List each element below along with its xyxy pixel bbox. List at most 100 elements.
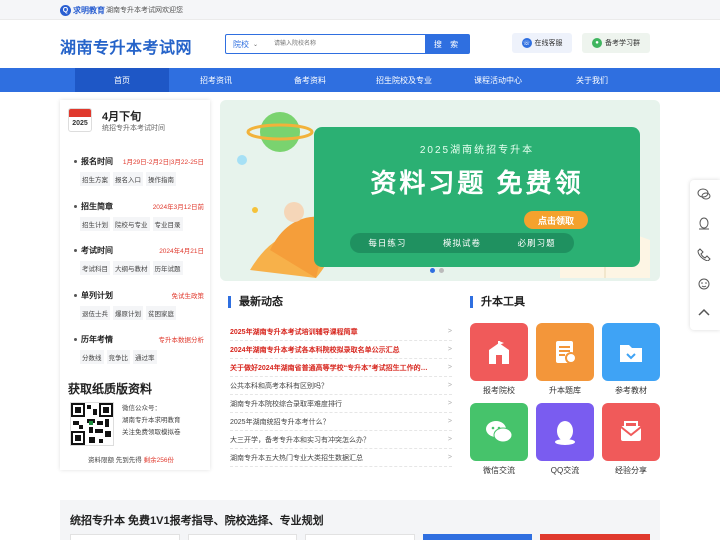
section-title: 考试时间 bbox=[74, 245, 113, 256]
section-link[interactable]: 竞争比 bbox=[106, 350, 130, 364]
banner-claim-button[interactable]: 点击领取 bbox=[524, 211, 588, 229]
news-item-title: 2025年湖南统招专升本考什么？ bbox=[230, 418, 330, 426]
qr-line: 关注免费领取模拟卷 bbox=[122, 429, 181, 436]
consultation-card[interactable] bbox=[422, 534, 533, 540]
section-link[interactable]: 院校与专业 bbox=[113, 217, 150, 231]
search-button[interactable]: 搜 索 bbox=[425, 34, 470, 54]
online-service-label: 在线客服 bbox=[534, 40, 563, 47]
section-link[interactable]: 操作指南 bbox=[146, 172, 176, 186]
tool-question-bank[interactable]: 升本题库 bbox=[536, 323, 594, 396]
back-to-top-icon[interactable] bbox=[696, 304, 712, 320]
wechat-icon: ● bbox=[592, 38, 602, 48]
news-item[interactable]: 湖南专升本院校综合录取率难度排行 > bbox=[230, 395, 452, 413]
section-link[interactable]: 通过率 bbox=[133, 350, 157, 364]
study-group-label: 备考学习群 bbox=[605, 40, 640, 47]
news-item[interactable]: 2025年湖南统招专升本考什么？ > bbox=[230, 413, 452, 431]
section-title: 历年考情 bbox=[74, 334, 113, 345]
nav-item-courses[interactable]: 课程活动中心 bbox=[451, 68, 545, 92]
search-type-value: 院校 bbox=[233, 39, 249, 49]
consultation-card[interactable] bbox=[70, 534, 180, 540]
carousel-dot-active[interactable] bbox=[430, 268, 435, 273]
section-link[interactable]: 爆原计划 bbox=[113, 306, 143, 320]
tool-schools[interactable]: 报考院校 bbox=[470, 323, 528, 396]
tool-label: 升本题库 bbox=[549, 386, 581, 395]
nav-item-schools[interactable]: 招生院校及专业 bbox=[357, 68, 451, 92]
section-special-plan: 单列计划 免试生政策 退伍士兵 爆原计划 贫困家庭 bbox=[74, 289, 204, 320]
consultation-card[interactable] bbox=[305, 534, 415, 540]
phone-icon[interactable] bbox=[696, 246, 712, 262]
banner-tag: 每日练习 bbox=[368, 238, 407, 248]
quota-remaining: 剩余256份 bbox=[143, 457, 174, 464]
main-nav: 首页 招考资讯 备考资料 招生院校及专业 课程活动中心 关于我们 bbox=[0, 68, 720, 92]
search-type-select[interactable]: 院校 ⌄ bbox=[226, 35, 270, 53]
qq-icon[interactable] bbox=[696, 216, 712, 232]
news-item[interactable]: 2025年湖南专升本考试培训辅导课程简章 > bbox=[230, 323, 452, 341]
tool-qq[interactable]: QQ交流 bbox=[536, 403, 594, 476]
tool-textbooks[interactable]: 参考教材 bbox=[602, 323, 660, 396]
nav-item-about[interactable]: 关于我们 bbox=[545, 68, 639, 92]
mail-icon bbox=[602, 403, 660, 461]
welcome-text: 湖南专升本考试网欢迎您 bbox=[106, 7, 183, 14]
section-link[interactable]: 招生方案 bbox=[80, 172, 110, 186]
consultation-title: 统招专升本 免费1V1报考指导、院校选择、专业规划 bbox=[70, 515, 324, 527]
qr-code bbox=[70, 402, 114, 446]
section-link[interactable]: 大纲与教材 bbox=[113, 261, 150, 275]
search-input[interactable] bbox=[274, 37, 424, 51]
news-item[interactable]: 湖南专升本五大热门专业大类招生数据汇总 > bbox=[230, 449, 452, 467]
section-note: 2024年4月21日 bbox=[159, 248, 204, 255]
study-group-button[interactable]: ● 备考学习群 bbox=[582, 33, 650, 53]
wechat-icon[interactable] bbox=[696, 186, 712, 202]
section-title: 报名时间 bbox=[74, 156, 113, 167]
news-item[interactable]: 公共本科和高考本科有区别吗？ > bbox=[230, 377, 452, 395]
section-note: 专升本数据分析 bbox=[158, 337, 205, 344]
top-bar: Q 求明教育 湖南专升本考试网欢迎您 bbox=[0, 0, 720, 20]
qq-icon bbox=[536, 403, 594, 461]
chevron-right-icon: > bbox=[447, 364, 452, 371]
section-link[interactable]: 历年试题 bbox=[152, 261, 183, 275]
tool-label: 经验分享 bbox=[615, 466, 647, 475]
consultation-card[interactable] bbox=[540, 534, 650, 540]
paper-materials-title: 获取纸质版资料 bbox=[68, 382, 153, 396]
section-link[interactable]: 专业目录 bbox=[152, 217, 183, 231]
tool-wechat[interactable]: 微信交流 bbox=[470, 403, 528, 476]
section-link[interactable]: 招生计划 bbox=[80, 217, 110, 231]
carousel-dot[interactable] bbox=[439, 268, 444, 273]
tool-experience[interactable]: 经验分享 bbox=[602, 403, 660, 476]
quota-prefix: 资料限额 先到先得 bbox=[88, 457, 142, 464]
chevron-right-icon: > bbox=[447, 454, 452, 461]
brand-logo-icon: Q bbox=[60, 4, 71, 16]
news-item[interactable]: 大三开学，备考专升本和实习有冲突怎么办？ > bbox=[230, 431, 452, 449]
brand-logo[interactable]: Q 求明教育 bbox=[60, 4, 105, 16]
section-title: 招生简章 bbox=[74, 201, 113, 212]
section-link[interactable]: 报名入口 bbox=[113, 172, 143, 186]
nav-item-home[interactable]: 首页 bbox=[75, 68, 169, 92]
banner-subtitle: 2025湖南统招专升本 bbox=[419, 145, 535, 156]
banner-headline: 资料习题 免费领 bbox=[370, 168, 584, 198]
section-note: 免试生政策 bbox=[171, 293, 205, 300]
tools-title: 升本工具 bbox=[470, 296, 525, 308]
section-exam-time: 考试时间 2024年4月21日 考试科目 大纲与教材 历年试题 bbox=[74, 244, 204, 275]
tool-label: QQ交流 bbox=[550, 466, 580, 475]
site-title[interactable]: 湖南专升本考试网 bbox=[60, 34, 192, 58]
section-link[interactable]: 考试科目 bbox=[80, 261, 110, 275]
service-agent-icon[interactable] bbox=[696, 276, 712, 292]
news-panel: 最新动态 2025年湖南专升本考试培训辅导课程简章 > 2024年湖南专升本考试各… bbox=[228, 290, 460, 470]
exam-paper-icon bbox=[536, 323, 594, 381]
news-item[interactable]: 2024年湖南专升本考试各本科院校拟录取名单公示汇总 > bbox=[230, 341, 452, 359]
headset-icon: ☏ bbox=[521, 38, 532, 48]
chevron-right-icon: > bbox=[447, 382, 452, 389]
promo-banner[interactable]: 2025湖南统招专升本 资料习题 免费领 点击领取 每日练习 模拟试卷 必刷习题 bbox=[220, 100, 660, 281]
nav-item-news[interactable]: 招考资讯 bbox=[169, 68, 263, 92]
brand-logo-text: 求明教育 bbox=[73, 5, 105, 15]
section-link[interactable]: 分数线 bbox=[80, 350, 104, 364]
chevron-right-icon: > bbox=[447, 400, 452, 407]
tool-label: 报考院校 bbox=[483, 386, 515, 395]
section-link[interactable]: 退伍士兵 bbox=[80, 306, 110, 320]
section-note: 1月29日-2月2日|3月22-25日 bbox=[122, 159, 204, 166]
news-item[interactable]: 关于做好2024年湖南省普通高等学校“专升本”考试招生工作的通知 > bbox=[230, 359, 452, 377]
section-link[interactable]: 贫困家庭 bbox=[146, 306, 176, 320]
consultation-section: 统招专升本 免费1V1报考指导、院校选择、专业规划 bbox=[60, 500, 660, 540]
nav-item-materials[interactable]: 备考资料 bbox=[263, 68, 357, 92]
online-service-button[interactable]: ☏ 在线客服 bbox=[512, 33, 572, 53]
consultation-card[interactable] bbox=[187, 534, 298, 540]
